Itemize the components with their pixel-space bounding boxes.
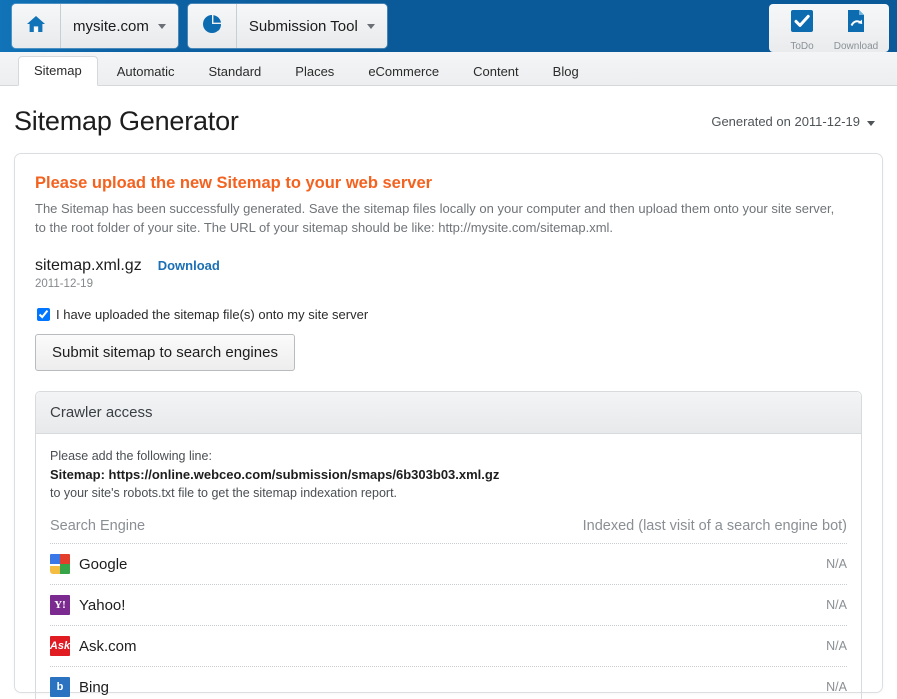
column-header-engine: Search Engine [50, 518, 146, 534]
google-favicon [50, 554, 70, 574]
todo-button[interactable]: ToDo [775, 8, 829, 52]
crawler-access-title: Crawler access [36, 392, 861, 434]
engine-name: Bing [79, 678, 110, 696]
table-row: b Bing N/A [50, 667, 847, 699]
download-document-icon [843, 8, 869, 39]
robots-instruction-after: to your site's robots.txt file to get th… [50, 486, 398, 500]
crawler-access-panel: Crawler access Please add the following … [35, 391, 862, 699]
page-header: Sitemap Generator Generated on 2011-12-1… [0, 86, 897, 153]
tab-places[interactable]: Places [280, 58, 349, 86]
sitemap-file-row: sitemap.xml.gz Download [35, 257, 862, 275]
tool-label: Submission Tool [248, 17, 358, 35]
uploaded-confirm-row: I have uploaded the sitemap file(s) onto… [35, 307, 862, 322]
sitemap-file-name: sitemap.xml.gz [35, 257, 142, 274]
site-dropdown[interactable]: mysite.com [61, 4, 178, 48]
download-link[interactable]: Download [158, 258, 220, 273]
tab-content[interactable]: Content [458, 58, 534, 86]
home-icon [25, 13, 47, 40]
tab-sitemap[interactable]: Sitemap [18, 56, 98, 86]
engine-name: Yahoo! [79, 596, 126, 614]
tool-selector-group[interactable]: Submission Tool [187, 4, 387, 48]
sitemap-file-date: 2011-12-19 [35, 278, 93, 290]
section-tabs: Sitemap Automatic Standard Places eComme… [0, 52, 897, 86]
download-button[interactable]: Download [829, 8, 883, 52]
table-row: Google N/A [50, 544, 847, 585]
bing-favicon: b [50, 677, 70, 697]
checkmark-icon [789, 8, 815, 39]
tab-blog[interactable]: Blog [538, 58, 594, 86]
engine-indexed-value: N/A [826, 598, 847, 612]
home-button[interactable] [12, 4, 61, 48]
table-row: Y! Yahoo! N/A [50, 585, 847, 626]
yahoo-favicon: Y! [50, 595, 70, 615]
ask-favicon: Ask [50, 636, 70, 656]
column-header-indexed: Indexed (last visit of a search engine b… [582, 518, 847, 534]
tool-dropdown[interactable]: Submission Tool [236, 4, 387, 48]
top-toolbar: mysite.com Submission Tool ToDo Download [0, 0, 897, 52]
upload-alert-line2: to the root folder of your site. The URL… [35, 220, 614, 235]
pie-chart-icon [201, 13, 223, 40]
sitemap-card: Please upload the new Sitemap to your we… [14, 153, 883, 699]
generated-on-dropdown[interactable]: Generated on 2011-12-19 [711, 114, 875, 129]
site-selector-group[interactable]: mysite.com [12, 4, 178, 48]
page-title: Sitemap Generator [14, 106, 239, 136]
table-header: Search Engine Indexed (last visit of a s… [50, 518, 847, 544]
site-label: mysite.com [73, 17, 149, 35]
engine-indexed-value: N/A [826, 557, 847, 571]
chevron-down-icon [157, 23, 166, 29]
tab-standard[interactable]: Standard [194, 58, 277, 86]
tab-ecommerce[interactable]: eCommerce [353, 58, 454, 86]
chevron-down-icon [867, 121, 875, 126]
engine-name: Ask.com [79, 637, 137, 655]
generated-on-label: Generated on 2011-12-19 [711, 114, 860, 129]
robots-sitemap-line: Sitemap: https://online.webceo.com/submi… [50, 467, 500, 482]
submit-sitemap-button[interactable]: Submit sitemap to search engines [35, 334, 295, 371]
chevron-down-icon [366, 23, 375, 29]
uploaded-checkbox-label: I have uploaded the sitemap file(s) onto… [56, 307, 369, 322]
table-row: Ask Ask.com N/A [50, 626, 847, 667]
upload-alert-line1: The Sitemap has been successfully genera… [35, 201, 835, 216]
download-label: Download [833, 41, 879, 52]
search-engine-table: Search Engine Indexed (last visit of a s… [50, 518, 847, 699]
todo-label: ToDo [790, 41, 814, 52]
engine-indexed-value: N/A [826, 680, 847, 694]
tool-icon-button[interactable] [187, 4, 237, 48]
uploaded-checkbox[interactable] [37, 308, 50, 321]
engine-name: Google [79, 555, 128, 573]
crawler-access-body: Please add the following line: Sitemap: … [36, 434, 861, 699]
tab-automatic[interactable]: Automatic [102, 58, 190, 86]
engine-indexed-value: N/A [826, 639, 847, 653]
robots-instruction-before: Please add the following line: [50, 449, 212, 463]
upload-alert-title: Please upload the new Sitemap to your we… [35, 174, 433, 192]
top-actions: ToDo Download [769, 4, 889, 52]
